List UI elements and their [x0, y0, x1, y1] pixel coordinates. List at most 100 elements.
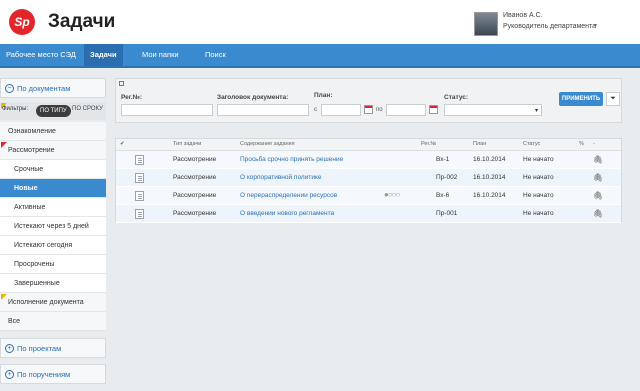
section-by-documents[interactable]: − По документам [0, 78, 106, 98]
filter-by-deadline-toggle[interactable]: ПО СРОКУ [72, 106, 103, 112]
task-table: ✔ Тип задачи Содержание задания Рег.№ Пл… [115, 138, 622, 223]
user-role[interactable]: Руководитель департамента [503, 23, 596, 30]
task-plan: 16.10.2014 [473, 192, 506, 199]
status-label: Статус: [444, 94, 469, 101]
calendar-icon[interactable] [429, 105, 438, 114]
sidebar-item-expire-5-days[interactable]: Истекают через 5 дней [0, 217, 106, 236]
plan-label: План: [314, 92, 333, 99]
collapse-icon[interactable]: − [5, 84, 14, 93]
table-body: Рассмотрение Просьба срочно принять реше… [116, 151, 621, 223]
attachment-icon[interactable]: 🖇 [593, 191, 603, 200]
section-label: По поручениям [17, 370, 71, 379]
flag-icon [1, 142, 7, 148]
task-content-link[interactable]: Просьба срочно принять решение [240, 156, 343, 163]
nav-item-workplace[interactable]: Рабочее место СЭД [0, 44, 82, 66]
table-header: ✔ Тип задачи Содержание задания Рег.№ Пл… [116, 139, 621, 151]
panel-toggle-icon[interactable] [119, 81, 124, 86]
document-icon [135, 209, 144, 219]
attachment-icon[interactable]: 🖇 [593, 155, 603, 164]
task-status: Не начато [523, 192, 554, 199]
table-row[interactable]: Рассмотрение О корпоративной политике Пр… [116, 169, 621, 187]
section-by-projects[interactable]: + По проектам [0, 338, 106, 358]
section-label: По проектам [17, 344, 62, 353]
page-title: Задачи [48, 11, 116, 32]
task-status: Не начато [523, 210, 554, 217]
filter-by-type-toggle[interactable]: ПО ТИПУ [36, 105, 71, 117]
chevron-down-icon[interactable]: ▾ [594, 22, 597, 29]
plan-from-input[interactable] [321, 104, 361, 116]
col-content[interactable]: Содержание задания [240, 141, 295, 147]
doc-title-input[interactable] [217, 104, 309, 116]
sidebar-item-new[interactable]: Новые [0, 179, 106, 198]
sidebar-item-overdue[interactable]: Просрочены [0, 255, 106, 274]
plan-to-label: по [376, 107, 383, 113]
sidebar-item-active[interactable]: Активные [0, 198, 106, 217]
task-reg: Пр-002 [436, 174, 458, 181]
table-row[interactable]: Рассмотрение О введении нового регламент… [116, 205, 621, 223]
attachment-icon[interactable]: 🖇 [593, 173, 603, 182]
col-status[interactable]: Статус [523, 141, 540, 147]
sidebar-item-urgent[interactable]: Срочные [0, 160, 106, 179]
sidebar-item-familiarization[interactable]: Ознакомление [0, 122, 106, 141]
col-percent[interactable]: % [579, 141, 584, 147]
sidebar-item-all[interactable]: Все [0, 312, 106, 331]
task-type: Рассмотрение [173, 174, 217, 181]
select-all-checkbox[interactable]: ✔ [120, 141, 125, 147]
task-type: Рассмотрение [173, 192, 217, 199]
task-type: Рассмотрение [173, 210, 217, 217]
task-type: Рассмотрение [173, 156, 217, 163]
expand-icon[interactable]: + [5, 370, 14, 379]
filter-panel: Рег.№: Заголовок документа: План: с по С… [115, 78, 622, 123]
task-content-link[interactable]: О введении нового регламента [240, 210, 334, 217]
app-logo[interactable]: Sp [9, 9, 35, 35]
calendar-icon[interactable] [364, 105, 373, 114]
plan-from-label: с [314, 107, 317, 113]
attachment-icon[interactable]: 🖇 [593, 209, 603, 218]
user-name[interactable]: Иванов А.С. [503, 12, 543, 19]
task-content-link[interactable]: О перераспределении ресурсов [240, 192, 337, 199]
sidebar-item-label: Исполнение документа [8, 299, 84, 306]
sidebar-item-expire-today[interactable]: Истекают сегодня [0, 236, 106, 255]
sidebar-filter-bar: Фильтры: ПО ТИПУ ПО СРОКУ [0, 102, 106, 120]
sidebar-item-document-execution[interactable]: Исполнение документа [0, 293, 106, 312]
apply-button[interactable]: ПРИМЕНИТЬ [559, 92, 603, 106]
app-header: Sp Задачи Иванов А.С. Руководитель депар… [0, 0, 640, 44]
task-reg: Вх-6 [436, 192, 450, 199]
task-reg: Вх-1 [436, 156, 450, 163]
col-attachments: - [593, 141, 595, 147]
plan-to-input[interactable] [386, 104, 426, 116]
table-row[interactable]: Рассмотрение О перераспределении ресурсо… [116, 187, 621, 205]
task-plan: 16.10.2014 [473, 156, 506, 163]
nav-item-search[interactable]: Поиск [199, 44, 232, 66]
col-reg[interactable]: Рег.№ [421, 141, 436, 147]
task-status: Не начато [523, 156, 554, 163]
chevron-down-icon: ▾ [534, 108, 538, 114]
doc-title-label: Заголовок документа: [217, 94, 289, 101]
section-by-assignments[interactable]: + По поручениям [0, 364, 106, 384]
filter-funnel-icon[interactable]: ⏷ [606, 92, 620, 106]
sidebar-item-completed[interactable]: Завершенные [0, 274, 106, 293]
filter-label: Фильтры: [2, 106, 29, 112]
task-status: Не начато [523, 174, 554, 181]
status-select[interactable]: ▾ [444, 104, 542, 116]
col-plan[interactable]: План [473, 141, 486, 147]
col-type[interactable]: Тип задачи [173, 141, 201, 147]
sidebar-item-review[interactable]: Рассмотрение [0, 141, 106, 160]
nav-item-tasks[interactable]: Задачи [84, 44, 123, 66]
document-icon [135, 191, 144, 201]
flag-icon [1, 294, 7, 300]
table-row[interactable]: Рассмотрение Просьба срочно принять реше… [116, 151, 621, 169]
task-plan: 16.10.2014 [473, 174, 506, 181]
section-label: По документам [17, 84, 71, 93]
reg-no-input[interactable] [121, 104, 213, 116]
nav-item-my-folders[interactable]: Мои папки [136, 44, 185, 66]
user-avatar[interactable] [474, 12, 498, 36]
progress-indicator: ●○○○ [384, 190, 400, 199]
task-content-link[interactable]: О корпоративной политике [240, 174, 322, 181]
reg-no-label: Рег.№: [121, 94, 143, 101]
sidebar-item-label: Рассмотрение [8, 147, 55, 154]
task-reg: Пр-001 [436, 210, 458, 217]
expand-icon[interactable]: + [5, 344, 14, 353]
main-nav: Рабочее место СЭД Задачи Мои папки Поиск [0, 44, 640, 68]
document-icon [135, 173, 144, 183]
